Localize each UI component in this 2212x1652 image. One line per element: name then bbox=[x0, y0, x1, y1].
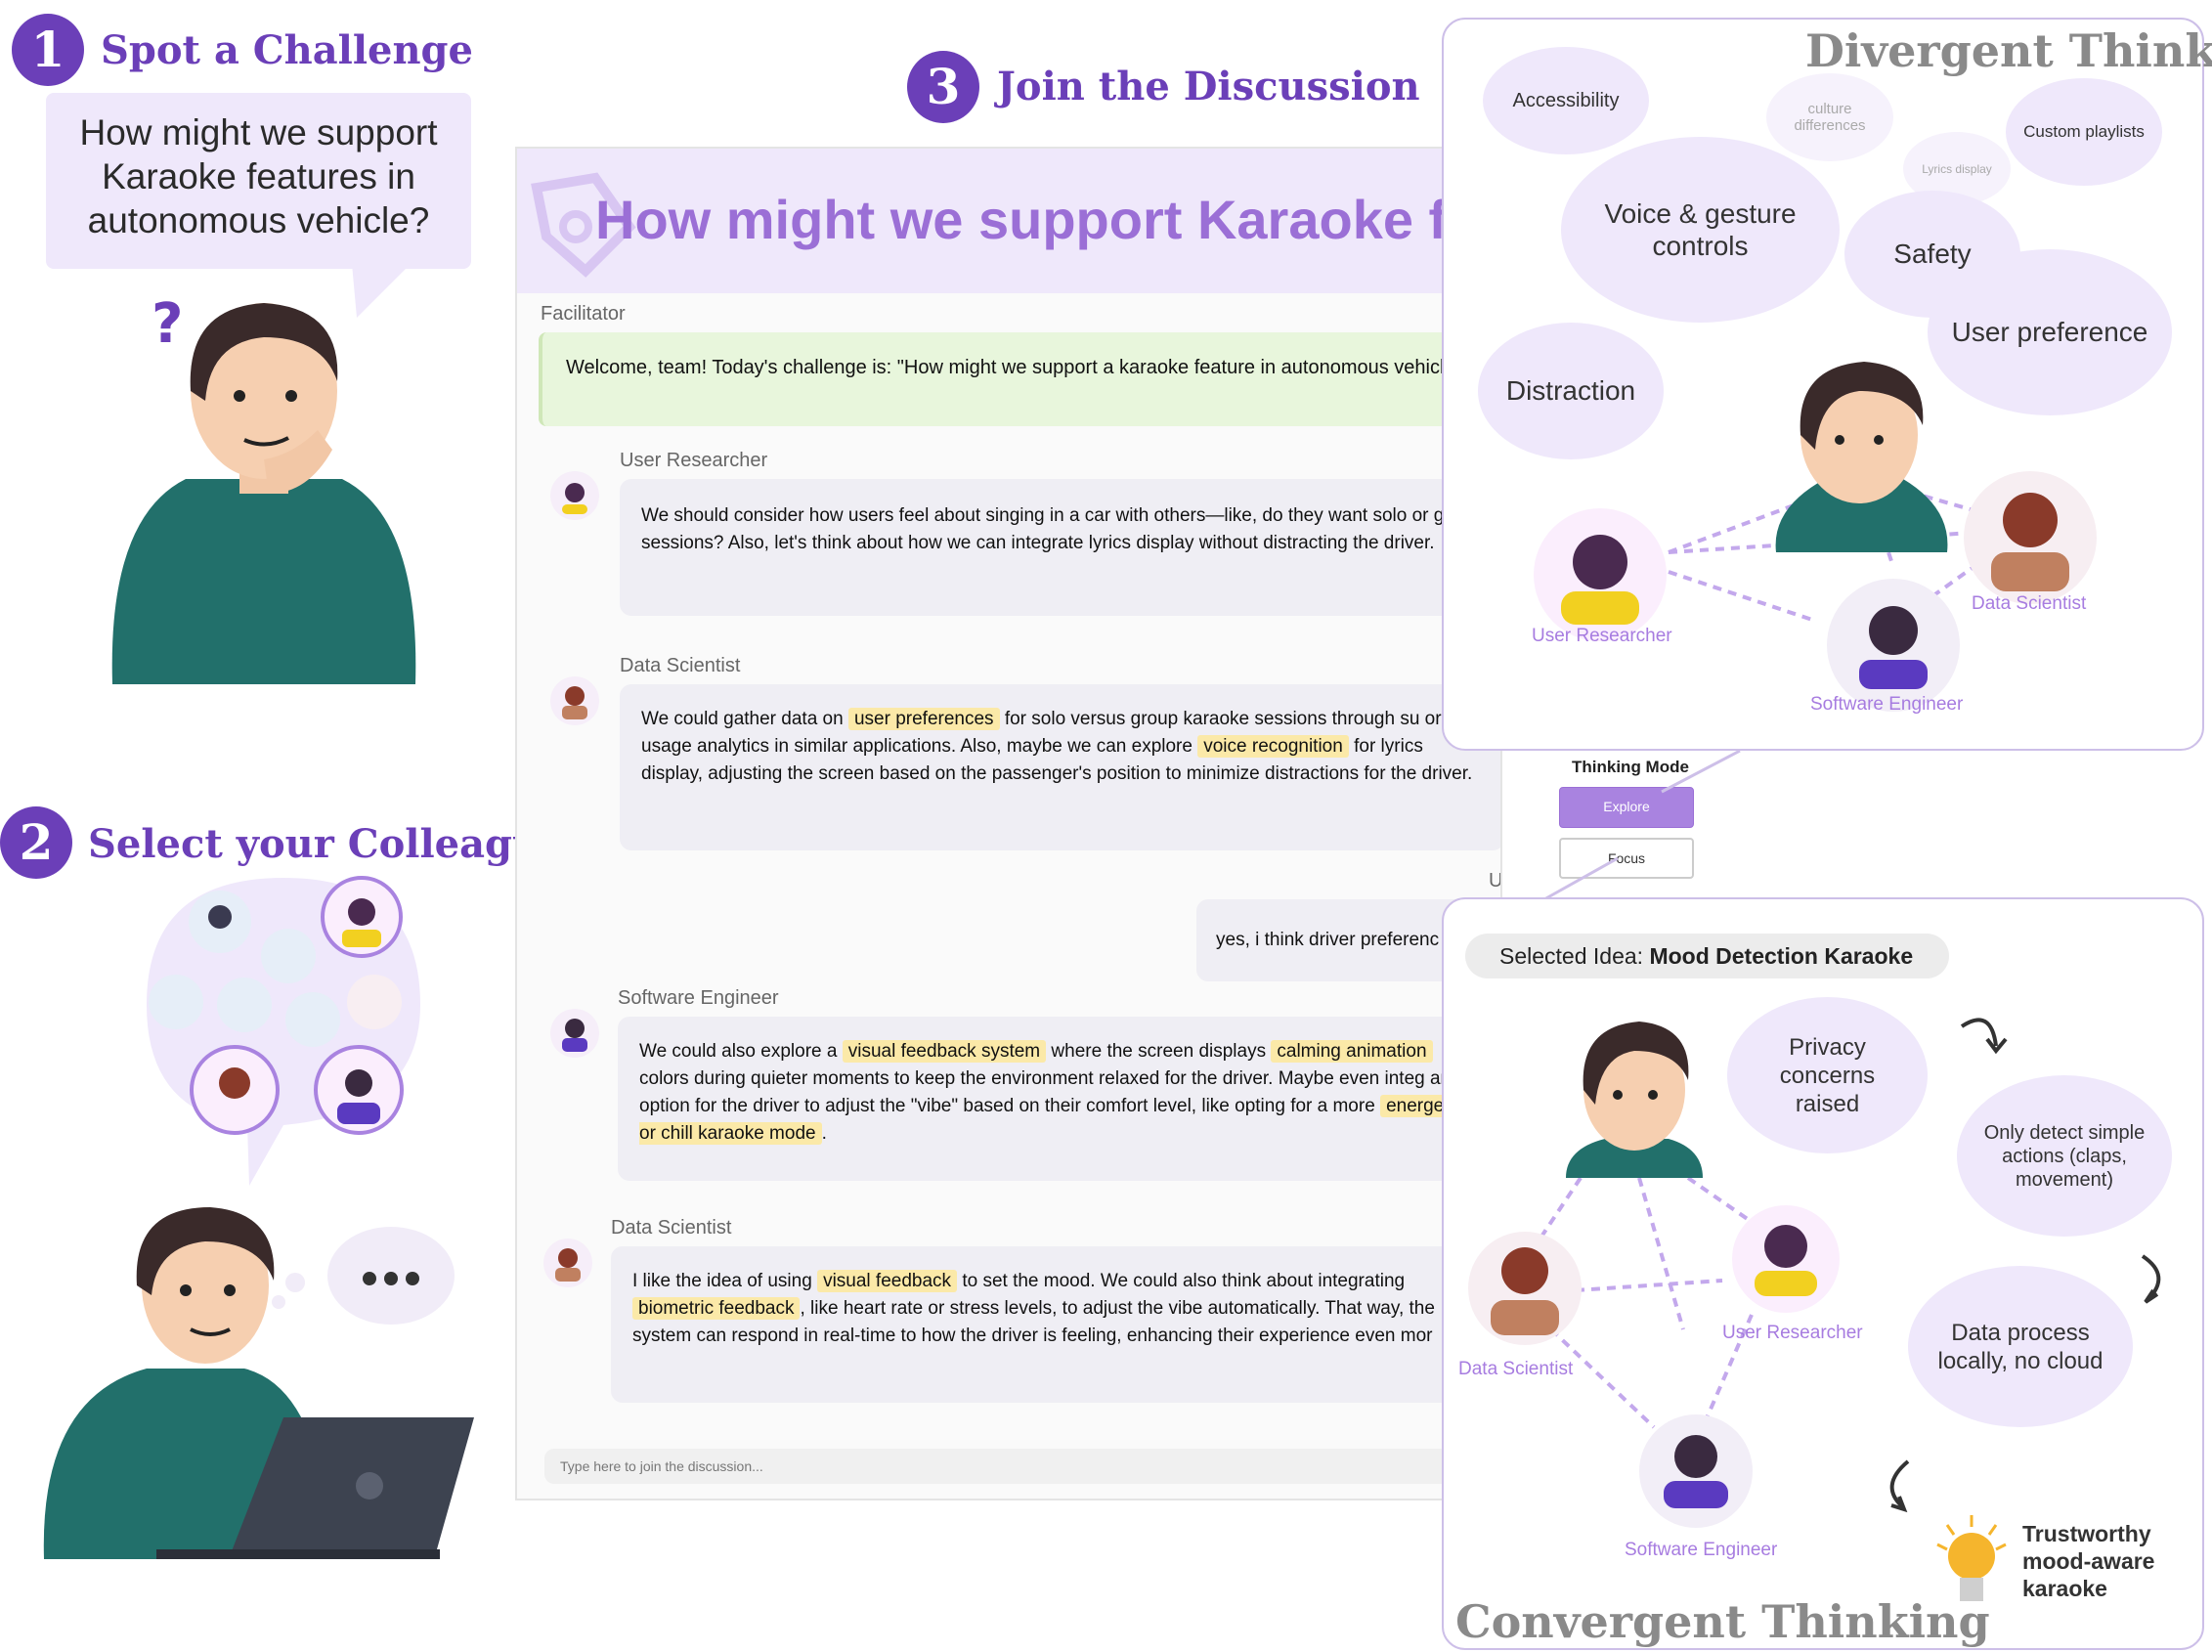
divergent-user-researcher-label: User Researcher bbox=[1532, 626, 1672, 646]
message-3-text: . bbox=[821, 1123, 827, 1144]
message-3-text: We could also explore a bbox=[639, 1041, 843, 1062]
data-scientist-avatar bbox=[543, 1239, 592, 1287]
user-label: User bbox=[1489, 870, 1502, 891]
message-2-body: We could gather data on user preferences… bbox=[620, 684, 1500, 850]
message-1-body: We should consider how users feel about … bbox=[620, 479, 1500, 616]
message-2-role: Data Scientist bbox=[620, 655, 741, 676]
laptop-person-illustration bbox=[43, 1207, 474, 1559]
data-scientist-avatar bbox=[550, 676, 599, 725]
step-3-title: Join the Discussion bbox=[997, 64, 1420, 109]
facilitator-label: Facilitator bbox=[541, 303, 626, 325]
highlight-voice-recognition: voice recognition bbox=[1197, 735, 1349, 758]
highlight-visual-feedback-system: visual feedback system bbox=[842, 1040, 1047, 1063]
step-1-title: Spot a Challenge bbox=[101, 27, 473, 73]
message-1-role: User Researcher bbox=[620, 450, 768, 471]
message-3-role: Software Engineer bbox=[618, 987, 779, 1009]
discussion-input[interactable]: Type here to join the discussion... bbox=[544, 1449, 1500, 1484]
divergent-data-scientist-label: Data Scientist bbox=[1972, 593, 2087, 614]
highlight-user-preferences: user preferences bbox=[847, 708, 1000, 730]
discussion-panel: How might we support Karaoke fea Facilit… bbox=[515, 147, 1502, 1500]
chat-title: How might we support Karaoke fea bbox=[595, 189, 1502, 250]
highlight-biometric-feedback: biometric feedback bbox=[632, 1297, 801, 1320]
mode-connector-lines bbox=[1543, 749, 1741, 901]
message-4-body: I like the idea of using visual feedback… bbox=[611, 1246, 1500, 1403]
convergent-thinking-frame: Selected Idea: Mood Detection Karaoke Pr… bbox=[1442, 897, 2204, 1650]
message-4-text: I like the idea of using bbox=[632, 1271, 818, 1291]
convergent-user-researcher-label: User Researcher bbox=[1722, 1323, 1863, 1343]
facilitator-message: Welcome, team! Today's challenge is: "Ho… bbox=[539, 332, 1500, 426]
challenge-question-bubble: How might we support Karaoke features in… bbox=[46, 93, 471, 269]
final-outcome: Trustworthy mood-aware karaoke bbox=[2022, 1521, 2155, 1601]
convergent-software-engineer-label: Software Engineer bbox=[1625, 1540, 1778, 1560]
colleagues-selection-illustration bbox=[147, 876, 420, 1186]
chat-header: How might we support Karaoke fea bbox=[517, 149, 1502, 293]
message-2-text: We could gather data on bbox=[641, 709, 848, 729]
message-3-body: We could also explore a visual feedback … bbox=[618, 1017, 1500, 1181]
message-3-text: where the screen displays bbox=[1046, 1041, 1272, 1062]
step-1-number: 1 bbox=[12, 14, 84, 86]
user-researcher-avatar bbox=[550, 471, 599, 520]
convergent-heading: Convergent Thinking bbox=[1455, 1595, 1990, 1648]
step-2-number: 2 bbox=[0, 806, 72, 879]
highlight-calming-animation: calming animation bbox=[1271, 1040, 1433, 1063]
divergent-thinking-frame: Divergent Thinking Accessibility culture… bbox=[1442, 18, 2212, 751]
step-3-number: 3 bbox=[907, 51, 979, 123]
message-4-text: to set the mood. We could also think abo… bbox=[957, 1271, 1406, 1291]
thinking-person-illustration: ? bbox=[111, 292, 416, 684]
highlight-visual-feedback: visual feedback bbox=[817, 1270, 958, 1292]
convergent-data-scientist-label: Data Scientist bbox=[1458, 1359, 1574, 1379]
step-2-title: Select your Colleagues bbox=[88, 821, 588, 867]
divergent-software-engineer-label: Software Engineer bbox=[1810, 694, 1964, 715]
message-4-role: Data Scientist bbox=[611, 1217, 732, 1239]
message-3-text: colors during quieter moments to keep th… bbox=[639, 1068, 1452, 1116]
svg-text:?: ? bbox=[152, 292, 183, 356]
software-engineer-avatar bbox=[550, 1009, 599, 1058]
